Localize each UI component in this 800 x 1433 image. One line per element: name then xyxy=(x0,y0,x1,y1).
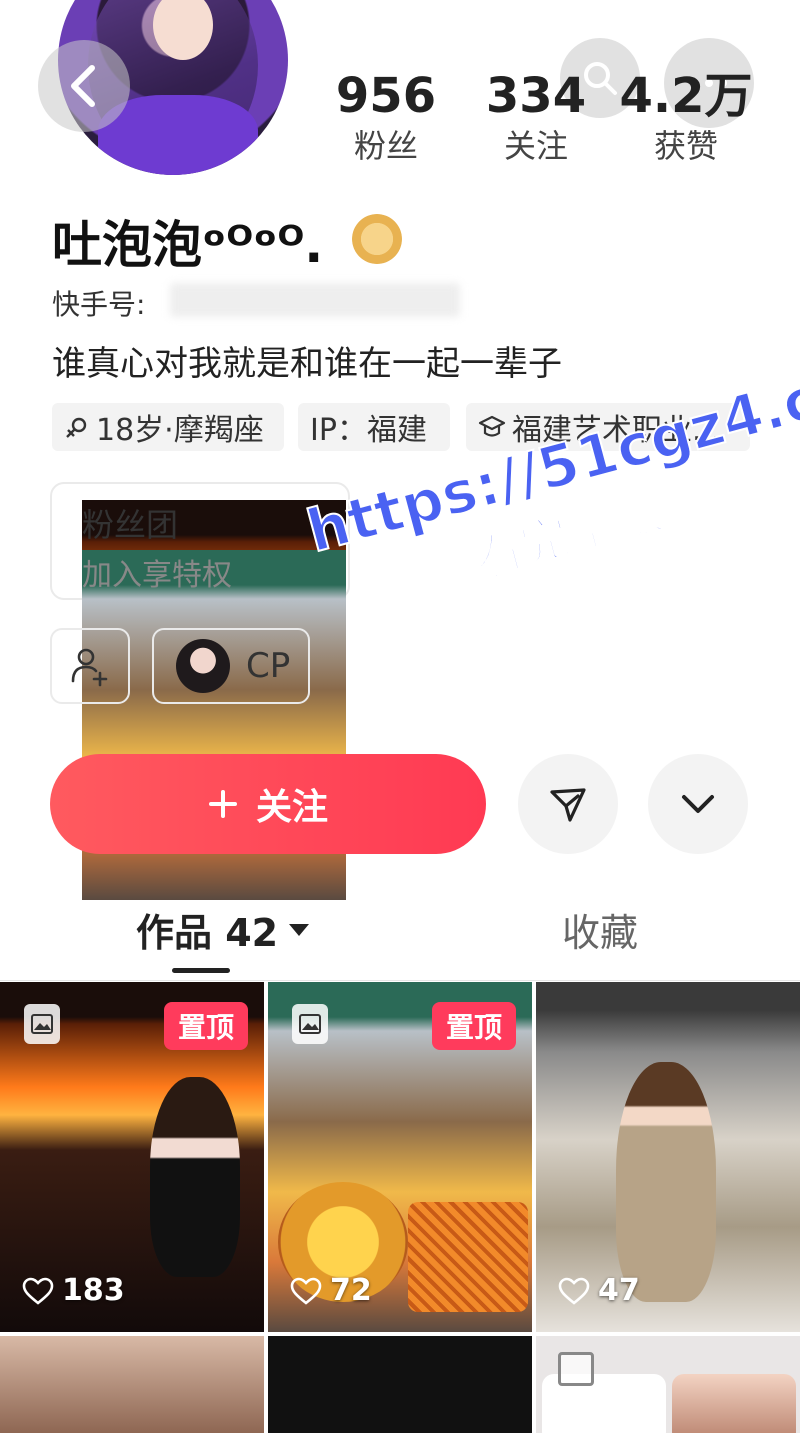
like-count: 47 xyxy=(558,1273,640,1308)
like-count: 72 xyxy=(290,1273,372,1308)
add-friend-button[interactable] xyxy=(50,628,130,704)
stat-label: 粉丝 xyxy=(353,127,418,165)
tab-active-indicator xyxy=(172,968,230,973)
kuaishou-id-blurred xyxy=(170,283,460,317)
caret-down-icon xyxy=(289,923,310,936)
chevron-down-icon xyxy=(682,795,714,813)
fans-group-card[interactable]: 粉丝团 加入享特权 xyxy=(50,482,350,900)
graduation-cap-icon xyxy=(478,415,506,437)
stat-likes[interactable]: 4.2万 获赞 xyxy=(616,68,756,168)
chevron-left-icon xyxy=(71,65,95,107)
watermark-caption: 看完整版 xyxy=(467,483,669,589)
cp-card[interactable]: CP xyxy=(152,628,310,704)
stat-fans[interactable]: 956 粉丝 xyxy=(316,68,456,168)
post-thumbnail[interactable] xyxy=(536,1336,800,1433)
profile-bio: 谁真心对我就是和谁在一起一辈子 xyxy=(52,344,562,384)
stat-label: 关注 xyxy=(503,127,568,165)
heart-icon xyxy=(22,1277,54,1305)
post-thumbnail[interactable]: 置顶 72 xyxy=(268,982,532,1332)
tab-collect[interactable]: 收藏 xyxy=(562,902,638,957)
like-count-value: 72 xyxy=(330,1273,372,1308)
follow-button[interactable]: 关注 xyxy=(50,754,486,854)
stat-value: 4.2万 xyxy=(619,68,753,124)
pinned-badge: 置顶 xyxy=(164,1002,248,1050)
kuaishou-id-label: 快手号: xyxy=(52,288,146,321)
divider xyxy=(0,980,800,981)
tag-label: IP：福建 xyxy=(310,413,427,448)
tag-age-zodiac: 18岁·摩羯座 xyxy=(52,403,284,451)
image-post-icon xyxy=(292,1004,328,1044)
female-icon xyxy=(66,417,87,438)
post-thumbnail[interactable]: 47 xyxy=(536,982,800,1332)
post-thumbnail[interactable] xyxy=(268,1336,532,1433)
send-message-button[interactable] xyxy=(518,754,618,854)
back-button[interactable] xyxy=(38,40,130,132)
level-badge-icon[interactable] xyxy=(352,214,402,264)
gallery-post-icon xyxy=(558,1352,594,1386)
image-post-icon xyxy=(24,1004,60,1044)
post-photo xyxy=(672,1374,796,1433)
watermark-url: https://51cgz4.com xyxy=(299,337,800,567)
plus-icon xyxy=(208,790,237,818)
follow-label: 关注 xyxy=(255,787,328,828)
post-figure xyxy=(150,1077,240,1277)
stat-value: 334 xyxy=(485,68,587,124)
tab-works[interactable]: 作品 42 xyxy=(136,902,310,957)
post-thumbnail[interactable] xyxy=(0,1336,264,1433)
tag-label: 18岁·摩羯座 xyxy=(96,413,264,448)
post-figure xyxy=(616,1062,716,1302)
tag-school[interactable]: 福建艺术职业... xyxy=(466,403,750,451)
post-fries xyxy=(408,1202,528,1312)
post-thumbnail[interactable]: 置顶 183 xyxy=(0,982,264,1332)
tag-ip-location: IP：福建 xyxy=(298,403,450,451)
cp-avatar xyxy=(176,639,230,693)
expand-button[interactable] xyxy=(648,754,748,854)
heart-icon xyxy=(290,1277,322,1305)
stat-following[interactable]: 334 关注 xyxy=(466,68,606,168)
profile-name: 吐泡泡ᵒᴼᵒᴼ. xyxy=(52,216,324,274)
cp-label: CP xyxy=(246,646,291,686)
tab-works-label: 作品 42 xyxy=(136,911,279,955)
like-count: 183 xyxy=(22,1273,125,1308)
like-count-value: 47 xyxy=(598,1273,640,1308)
like-count-value: 183 xyxy=(62,1273,125,1308)
send-icon xyxy=(550,788,586,822)
add-user-icon xyxy=(71,648,108,687)
pinned-badge: 置顶 xyxy=(432,1002,516,1050)
heart-icon xyxy=(558,1277,590,1305)
tag-label: 福建艺术职业... xyxy=(512,413,721,448)
stat-value: 956 xyxy=(335,68,437,124)
tab-collect-label: 收藏 xyxy=(562,911,639,955)
stat-label: 获赞 xyxy=(653,127,718,165)
